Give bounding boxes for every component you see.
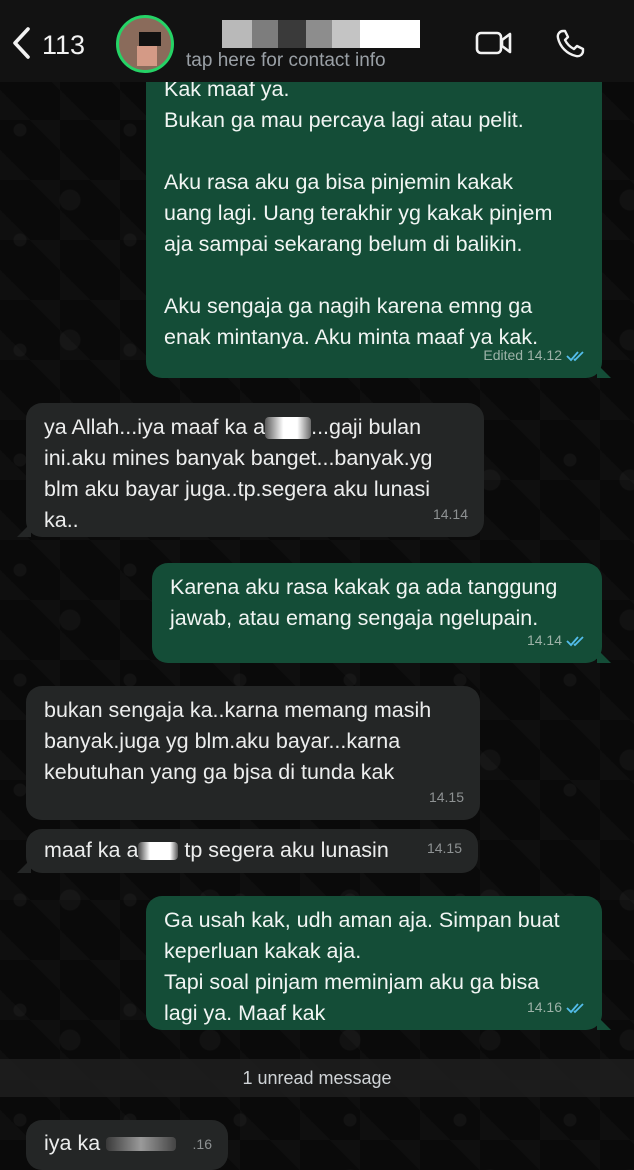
message-text: bukan sengaja ka..karna memang masih ban… [44,698,432,784]
message-bubble-outgoing[interactable]: Kak maaf ya. Bukan ga mau percaya lagi a… [146,62,611,378]
message-text-part: tp segera aku lunasin [178,838,389,862]
message-text: Ga usah kak, udh aman aja. Simpan buat k… [164,908,560,1025]
message-time: 14.14 [432,506,468,522]
double-check-icon [566,350,586,362]
message-time: 14.16 [526,999,562,1015]
contact-info-hint[interactable]: tap here for contact info [186,50,386,72]
phone-icon[interactable] [554,28,586,65]
video-call-icon[interactable] [475,28,513,63]
message-meta: 14.16 [527,992,586,1023]
unread-chats-count: 113 [42,29,86,60]
message-text-part: maaf ka a [44,838,139,862]
back-button[interactable]: 113 [10,24,85,66]
avatar[interactable] [116,15,174,73]
message-meta: 14.14 [527,625,586,656]
message-text: iya ka [44,1128,210,1159]
message-meta: .16 [193,1129,212,1160]
unread-messages-divider: 1 unread message [0,1059,634,1097]
message-time: .16 [192,1136,212,1152]
unread-label: 1 unread message [242,1067,392,1088]
redacted-name [106,1137,177,1152]
chat-header: 113 tap here for contact info [0,0,634,82]
message-time: 14.15 [426,840,462,856]
message-bubble-outgoing[interactable]: Ga usah kak, udh aman aja. Simpan buat k… [146,896,611,1030]
message-text: Kak maaf ya. Bukan ga mau percaya lagi a… [164,77,553,349]
message-time: Edited 14.12 [483,347,562,363]
redacted-name [265,417,312,440]
double-check-icon [566,635,586,647]
message-meta: 14.15 [429,782,464,813]
message-meta: 14.14 [433,499,468,530]
message-time: 14.15 [428,789,464,805]
message-bubble-incoming[interactable]: iya ka .16 [26,1120,228,1170]
redacted-name [138,842,179,861]
message-bubble-outgoing[interactable]: Karena aku rasa kakak ga ada tanggung ja… [152,563,611,663]
message-meta: 14.15 [427,833,462,864]
message-meta: Edited 14.12 [483,340,586,371]
message-bubble-incoming[interactable]: ya Allah...iya maaf ka a ...gaji bulan in… [17,403,484,537]
message-text: maaf ka a tp segera aku lunasin [44,835,460,866]
message-text: ya Allah...iya maaf ka a ...gaji bulan in… [44,412,466,536]
message-text: Karena aku rasa kakak ga ada tanggung ja… [170,575,558,630]
contact-name-redacted[interactable] [222,20,422,48]
message-bubble-incoming[interactable]: bukan sengaja ka..karna memang masih ban… [26,686,480,820]
message-time: 14.14 [526,632,562,648]
message-text-part: ya Allah...iya maaf ka a [44,415,266,439]
message-bubble-incoming[interactable]: maaf ka a tp segera aku lunasin 14.15 [17,829,478,873]
message-text-part: iya ka [44,1131,101,1155]
double-check-icon [566,1002,586,1014]
chevron-left-icon [10,26,32,65]
